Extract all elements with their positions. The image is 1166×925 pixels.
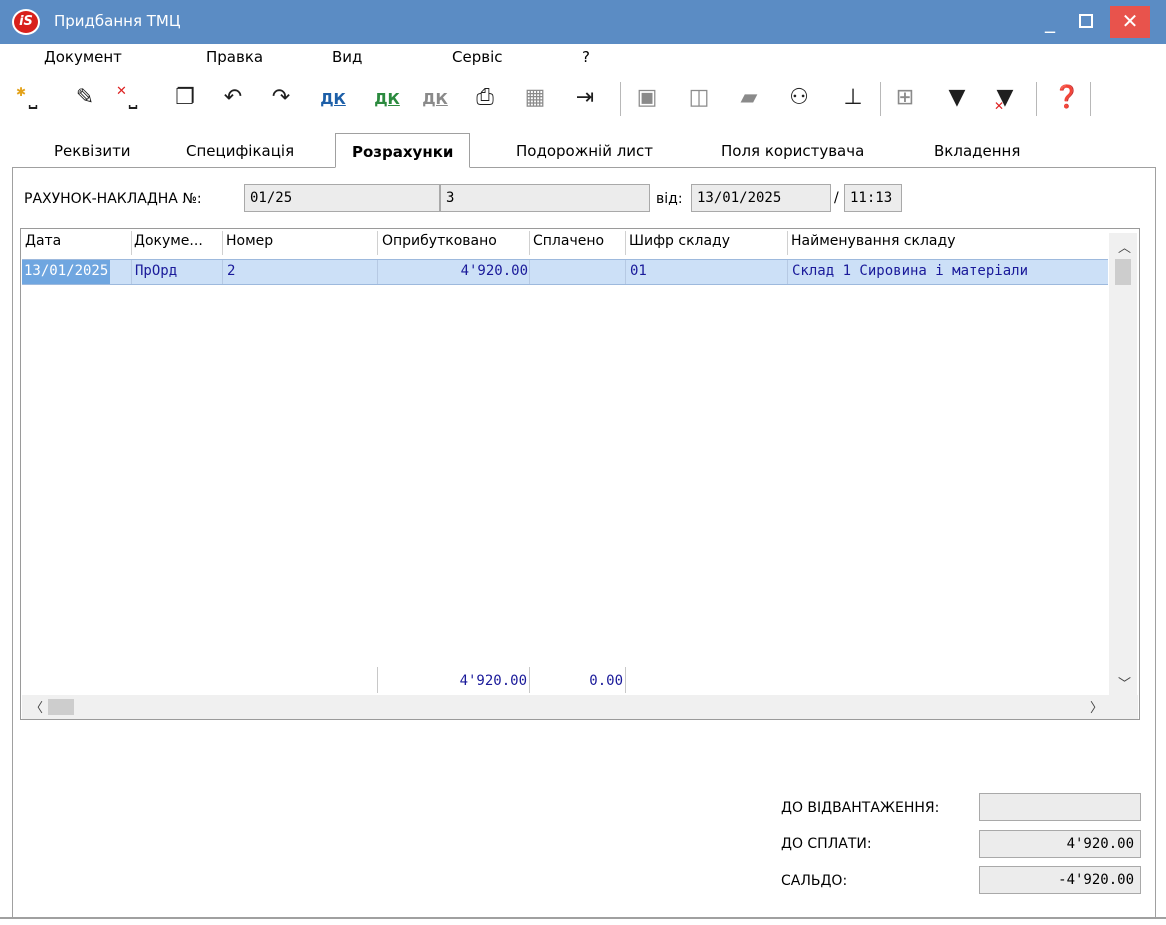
menu-service[interactable]: Сервіс bbox=[452, 48, 502, 66]
save-icon[interactable]: ▣ bbox=[632, 82, 662, 114]
invoice-extra-field[interactable]: 3 bbox=[440, 184, 650, 212]
column-divider[interactable] bbox=[131, 231, 132, 255]
horizontal-scroll-thumb[interactable] bbox=[48, 699, 74, 715]
invoice-number-field[interactable]: 01/25 bbox=[244, 184, 440, 212]
hierarchy-icon[interactable]: ⊥ bbox=[838, 82, 868, 114]
vertical-scrollbar[interactable]: ︿ ﹀ bbox=[1109, 233, 1137, 695]
cell-store-name: Склад 1 Сировина і матеріали bbox=[792, 263, 1029, 279]
table-icon[interactable]: ⊞ bbox=[890, 82, 920, 114]
balance-label: САЛЬДО: bbox=[781, 873, 848, 889]
column-divider[interactable] bbox=[625, 231, 626, 255]
book-icon[interactable]: ◫ bbox=[684, 82, 714, 114]
column-header-store-name[interactable]: Найменування складу bbox=[791, 233, 955, 249]
minimize-button[interactable]: _ bbox=[1032, 6, 1068, 38]
cell-document: ПрОрд bbox=[135, 263, 178, 279]
date-field[interactable]: 13/01/2025 bbox=[691, 184, 831, 212]
menu-help[interactable]: ? bbox=[582, 48, 590, 66]
menu-edit[interactable]: Правка bbox=[206, 48, 263, 66]
total-divider bbox=[377, 667, 378, 693]
scroll-left-icon[interactable]: 〈 bbox=[30, 697, 43, 716]
payments-table: Дата Докуме... Номер Оприбутковано Сплач… bbox=[20, 228, 1140, 720]
column-header-number[interactable]: Номер bbox=[226, 233, 273, 249]
tab-calculations[interactable]: Розрахунки bbox=[335, 133, 471, 168]
tab-attachments[interactable]: Вкладення bbox=[934, 142, 1020, 160]
toolbar-separator bbox=[1090, 82, 1091, 116]
cell-divider bbox=[222, 260, 223, 284]
copy-document-icon[interactable]: ❐ bbox=[170, 82, 200, 114]
help-icon[interactable]: ❓ bbox=[1052, 82, 1082, 114]
vertical-scroll-thumb[interactable] bbox=[1115, 259, 1131, 285]
cell-store-code: 01 bbox=[630, 263, 647, 279]
toolbar: ✱ ⎵ ✎ ✕ ⎵ ❐ ↶ ↷ ДК ДК ДК ⎙ ▦ ⇥ ▣ ◫ ▰ ⚇ ⊥ ⊞… bbox=[0, 74, 1166, 122]
cell-divider bbox=[787, 260, 788, 284]
total-paid: 0.00 bbox=[589, 673, 623, 689]
cell-date: 13/01/2025 bbox=[22, 260, 111, 284]
exit-icon[interactable]: ⇥ bbox=[570, 82, 600, 114]
cell-divider bbox=[131, 260, 132, 284]
shipment-field[interactable] bbox=[979, 793, 1141, 821]
toolbar-separator bbox=[620, 82, 621, 116]
column-header-received[interactable]: Оприбутковано bbox=[382, 233, 497, 249]
undo-icon[interactable]: ↶ bbox=[218, 82, 248, 114]
edit-document-icon[interactable]: ✎ bbox=[70, 82, 100, 114]
window-bottom-border bbox=[0, 917, 1166, 919]
toolbar-separator bbox=[1036, 82, 1037, 116]
menu-bar: Документ Правка Вид Сервіс ? bbox=[0, 44, 1166, 72]
cell-divider bbox=[529, 260, 530, 284]
tab-requisites[interactable]: Реквізити bbox=[54, 142, 131, 160]
column-divider[interactable] bbox=[377, 231, 378, 255]
total-divider bbox=[625, 667, 626, 693]
date-label: від: bbox=[656, 191, 683, 207]
time-separator: / bbox=[834, 190, 839, 206]
menu-view[interactable]: Вид bbox=[332, 48, 362, 66]
users-icon[interactable]: ⚇ bbox=[784, 82, 814, 114]
maximize-button[interactable] bbox=[1068, 6, 1104, 38]
menu-document[interactable]: Документ bbox=[44, 48, 122, 66]
print-icon[interactable]: ⎙ bbox=[470, 82, 500, 114]
scroll-down-icon[interactable]: ﹀ bbox=[1118, 673, 1131, 692]
dk-unpost-icon[interactable]: ДК bbox=[420, 82, 450, 114]
balance-field[interactable]: -4'920.00 bbox=[979, 866, 1141, 894]
tab-user-fields[interactable]: Поля користувача bbox=[721, 142, 864, 160]
excel-export-icon[interactable]: ▦ bbox=[520, 82, 550, 114]
delete-document-icon[interactable]: ✕ ⎵ bbox=[116, 82, 148, 114]
close-button[interactable]: ✕ bbox=[1110, 6, 1150, 38]
horizontal-scrollbar[interactable]: 〈 〉 bbox=[22, 695, 1138, 719]
window-title: Придбання ТМЦ bbox=[54, 12, 181, 30]
shipment-label: ДО ВІДВАНТАЖЕННЯ: bbox=[781, 800, 940, 816]
filter-icon[interactable]: ▼ bbox=[942, 82, 972, 114]
title-bar: iS Придбання ТМЦ _ ✕ bbox=[0, 0, 1166, 44]
tab-specification[interactable]: Специфікація bbox=[186, 142, 294, 160]
table-row[interactable]: 13/01/2025 ПрОрд 2 4'920.00 01 Склад 1 С… bbox=[22, 259, 1108, 285]
dk-post-icon[interactable]: ДК bbox=[318, 82, 348, 114]
new-document-icon[interactable]: ✱ ⎵ bbox=[16, 82, 48, 114]
column-header-store-code[interactable]: Шифр складу bbox=[629, 233, 730, 249]
cell-received: 4'920.00 bbox=[460, 263, 528, 279]
redo-icon[interactable]: ↷ bbox=[266, 82, 296, 114]
dk-post-up-icon[interactable]: ДК bbox=[372, 82, 402, 114]
tab-waybill[interactable]: Подорожній лист bbox=[516, 142, 653, 160]
to-pay-field[interactable]: 4'920.00 bbox=[979, 830, 1141, 858]
time-field[interactable]: 11:13 bbox=[844, 184, 902, 212]
cell-divider bbox=[625, 260, 626, 284]
scroll-up-icon[interactable]: ︿ bbox=[1118, 237, 1131, 256]
column-divider[interactable] bbox=[222, 231, 223, 255]
app-logo-icon: iS bbox=[12, 9, 40, 35]
total-divider bbox=[529, 667, 530, 693]
column-header-paid[interactable]: Сплачено bbox=[533, 233, 604, 249]
column-header-document[interactable]: Докуме... bbox=[134, 233, 203, 249]
column-divider[interactable] bbox=[787, 231, 788, 255]
clear-filter-icon[interactable]: ▼ ✕ bbox=[990, 82, 1020, 114]
column-divider[interactable] bbox=[529, 231, 530, 255]
to-pay-label: ДО СПЛАТИ: bbox=[781, 836, 872, 852]
column-header-date[interactable]: Дата bbox=[25, 233, 61, 249]
invoice-number-label: РАХУНОК-НАКЛАДНА №: bbox=[24, 191, 202, 207]
cell-divider bbox=[377, 260, 378, 284]
toolbar-separator bbox=[880, 82, 881, 116]
scroll-right-icon[interactable]: 〉 bbox=[1090, 697, 1103, 716]
total-received: 4'920.00 bbox=[459, 673, 527, 689]
folder-icon[interactable]: ▰ bbox=[734, 82, 764, 114]
cell-number: 2 bbox=[227, 263, 236, 279]
